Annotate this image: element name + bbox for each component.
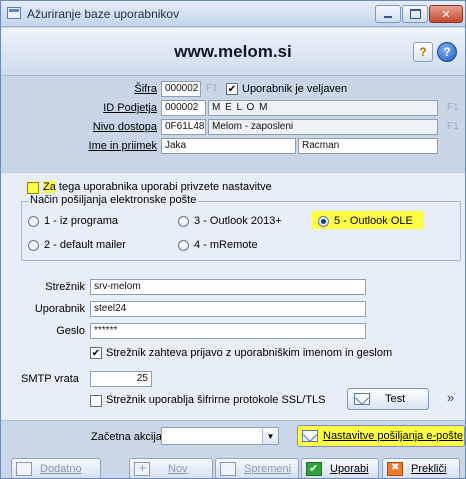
auth-required-label: Strežnik zahteva prijavo z uporabniškim … xyxy=(106,347,393,359)
plus-icon xyxy=(134,461,150,476)
smtp-user-input[interactable]: steel24 xyxy=(90,301,366,317)
smtp-user-label: Uporabnik xyxy=(34,303,85,315)
window-title: Ažuriranje baze uporabnikov xyxy=(27,7,180,21)
ssl-label: Strežnik uporablja šifrirne protokole SS… xyxy=(106,394,326,406)
expand-chevron-icon[interactable]: » xyxy=(447,390,454,405)
server-label: Strežnik xyxy=(45,281,85,293)
cancel-button[interactable]: Prekliči xyxy=(382,458,460,478)
help-icon[interactable]: ? xyxy=(437,42,457,62)
option-3-label: 3 - Outlook 2013+ xyxy=(194,215,282,227)
valid-user-checkbox[interactable] xyxy=(226,83,238,95)
send-method-group: Način pošiljanja elektronske pošte 1 - i… xyxy=(21,194,461,261)
access-name-field: Melom - zaposleni xyxy=(208,119,438,135)
option-1-radio[interactable] xyxy=(28,216,39,227)
sifra-label: Šifra xyxy=(134,83,157,95)
option-1-label: 1 - iz programa xyxy=(44,215,118,227)
new-button[interactable]: Nov xyxy=(129,458,213,478)
full-name-label: Ime in priimek xyxy=(88,140,157,152)
user-database-window: Ažuriranje baze uporabnikov ✕ www.melom.… xyxy=(0,0,466,479)
sifra-f1-hint: F1 xyxy=(206,83,218,94)
edit-icon xyxy=(220,462,236,476)
valid-user-label: Uporabnik je veljaven xyxy=(242,83,348,95)
company-id-label: ID Podjetja xyxy=(103,102,157,114)
auth-required-checkbox[interactable] xyxy=(90,347,102,359)
access-f1-hint: F1 xyxy=(447,121,459,132)
maximize-button[interactable] xyxy=(402,5,428,23)
send-method-legend: Način pošiljanja elektronske pošte xyxy=(28,194,199,206)
site-title: www.melom.si xyxy=(174,42,292,61)
company-code-input[interactable]: 000002 xyxy=(161,100,206,116)
server-input[interactable]: srv-melom xyxy=(90,279,366,295)
cancel-x-icon xyxy=(387,462,403,476)
password-input[interactable]: ****** xyxy=(90,323,366,339)
access-code-input[interactable]: 0F61L482JI xyxy=(161,119,206,135)
option-3-radio[interactable] xyxy=(178,216,189,227)
email-settings-button[interactable]: Nastavitve pošiljanja e-pošte xyxy=(297,425,465,447)
start-action-label: Začetna akcija xyxy=(91,431,162,443)
smtp-port-label: SMTP vrata xyxy=(21,373,79,385)
company-name-field: M E L O M xyxy=(208,100,438,116)
apply-button[interactable]: Uporabi xyxy=(301,458,379,478)
modify-button[interactable]: Spremeni xyxy=(215,458,299,478)
smtp-port-input[interactable]: 25 xyxy=(90,371,152,387)
option-4-radio[interactable] xyxy=(178,240,189,251)
option-2-radio[interactable] xyxy=(28,240,39,251)
document-icon xyxy=(16,462,32,476)
user-form: Šifra 000002 F1 Uporabnik je veljaven ID… xyxy=(1,77,465,172)
start-action-select[interactable]: ▼ xyxy=(161,427,279,445)
minimize-button[interactable] xyxy=(375,5,401,23)
app-window-icon xyxy=(7,7,21,19)
chevron-down-icon[interactable]: ▼ xyxy=(262,428,278,444)
footer-toolbar: Dodatno Nov Spremeni Uporabi Prekliči xyxy=(1,450,465,478)
test-button[interactable]: Test xyxy=(347,388,429,410)
option-2-label: 2 - default mailer xyxy=(44,239,126,251)
close-window-button[interactable]: ✕ xyxy=(429,5,463,23)
last-name-input[interactable]: Racman xyxy=(298,138,438,154)
first-name-input[interactable]: Jaka xyxy=(161,138,296,154)
envelope-icon xyxy=(354,393,370,405)
ssl-checkbox[interactable] xyxy=(90,395,102,407)
key-help-icon[interactable]: ? xyxy=(413,42,433,62)
access-level-label: Nivo dostopa xyxy=(92,121,157,133)
email-settings-panel: Za tega uporabnika uporabi privzete nast… xyxy=(1,172,465,420)
title-bar: Ažuriranje baze uporabnikov ✕ xyxy=(1,1,465,27)
sifra-input[interactable]: 000002 xyxy=(161,81,201,97)
use-defaults-checkbox[interactable] xyxy=(27,182,39,194)
password-label: Geslo xyxy=(56,325,85,337)
company-f1-hint: F1 xyxy=(447,102,459,113)
check-icon xyxy=(306,462,322,476)
header-bar: www.melom.si ? ? xyxy=(1,28,465,76)
start-action-row: Začetna akcija ▼ Nastavitve pošiljanja e… xyxy=(1,420,465,450)
option-4-label: 4 - mRemote xyxy=(194,239,258,251)
option-5-label: 5 - Outlook OLE xyxy=(334,215,413,227)
use-defaults-label: Za tega uporabnika uporabi privzete nast… xyxy=(43,181,272,193)
envelope-icon xyxy=(302,430,318,442)
additional-button[interactable]: Dodatno xyxy=(11,458,101,478)
option-5-radio[interactable] xyxy=(318,216,329,227)
